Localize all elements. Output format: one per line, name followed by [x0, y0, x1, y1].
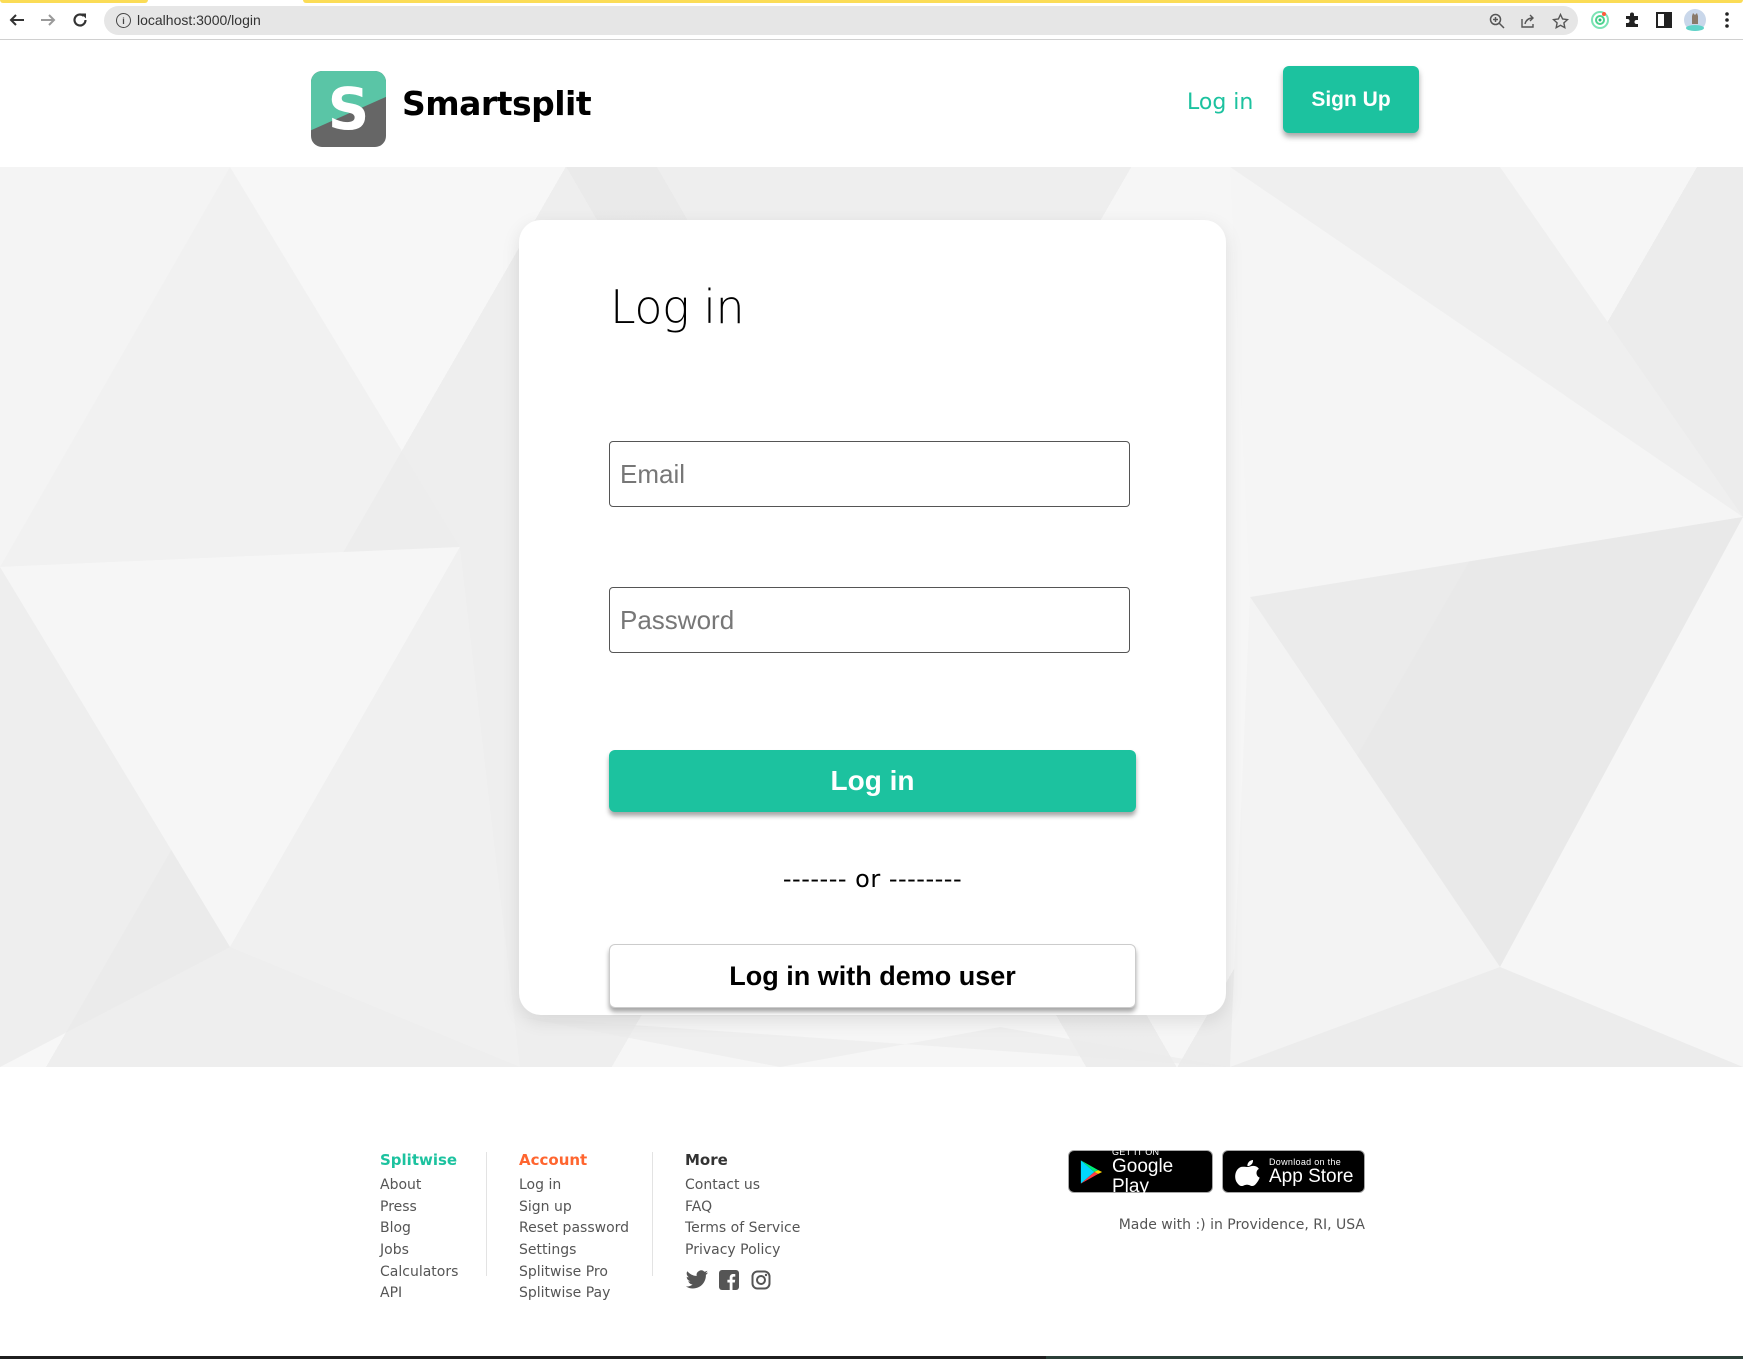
footer-link-calculators[interactable]: Calculators [380, 1262, 458, 1284]
footer-link-privacy[interactable]: Privacy Policy [685, 1240, 800, 1262]
extension-radar-icon[interactable] [1589, 9, 1611, 31]
logo-icon[interactable]: S [311, 71, 386, 147]
brand-name[interactable]: Smartsplit [402, 84, 592, 123]
side-panel-icon[interactable] [1653, 9, 1675, 31]
footer-column-splitwise: Splitwise About Press Blog Jobs Calculat… [380, 1149, 458, 1305]
footer-link-about[interactable]: About [380, 1175, 458, 1197]
signup-button[interactable]: Sign Up [1283, 66, 1419, 133]
footer-divider [652, 1152, 653, 1276]
address-bar[interactable]: i localhost:3000/login [104, 6, 1578, 35]
footer-link-signup[interactable]: Sign up [519, 1197, 629, 1219]
social-links [685, 1268, 800, 1292]
reload-button[interactable] [68, 8, 92, 32]
zoom-icon[interactable] [1487, 11, 1507, 31]
footer-divider [486, 1152, 487, 1276]
header-login-link[interactable]: Log in [1187, 90, 1253, 115]
or-divider: ------- or -------- [782, 865, 963, 893]
footer-link-splitwise-pay[interactable]: Splitwise Pay [519, 1283, 629, 1305]
logo-letter: S [327, 75, 370, 143]
browser-toolbar: i localhost:3000/login [0, 0, 1743, 40]
google-play-icon [1080, 1159, 1103, 1184]
footer-heading: Account [519, 1151, 588, 1169]
footer-link-api[interactable]: API [380, 1283, 458, 1305]
site-footer: Splitwise About Press Blog Jobs Calculat… [0, 1067, 1743, 1357]
google-play-small-text: GET IT ON [1111, 1146, 1160, 1157]
profile-avatar[interactable] [1684, 9, 1706, 31]
footer-link-faq[interactable]: FAQ [685, 1197, 800, 1219]
footer-heading: More [685, 1151, 728, 1169]
footer-column-account: Account Log in Sign up Reset password Se… [519, 1149, 629, 1305]
footer-link-press[interactable]: Press [380, 1197, 458, 1219]
login-title: Log in [610, 280, 745, 334]
footer-link-blog[interactable]: Blog [380, 1218, 458, 1240]
share-icon[interactable] [1518, 11, 1538, 31]
apple-icon [1235, 1159, 1260, 1186]
footer-heading: Splitwise [380, 1151, 458, 1169]
site-header: S Smartsplit Log in Sign Up [0, 41, 1743, 167]
menu-kebab-icon[interactable] [1716, 9, 1738, 31]
footer-link-splitwise-pro[interactable]: Splitwise Pro [519, 1262, 629, 1284]
facebook-icon[interactable] [717, 1268, 741, 1292]
footer-link-jobs[interactable]: Jobs [380, 1240, 458, 1262]
email-input[interactable] [609, 441, 1130, 507]
google-play-badge[interactable]: GET IT ON Google Play [1068, 1146, 1213, 1196]
made-with-text: Made with :) in Providence, RI, USA [1118, 1217, 1365, 1233]
footer-link-terms[interactable]: Terms of Service [685, 1218, 800, 1240]
twitter-icon[interactable] [685, 1268, 709, 1292]
loading-indicator [303, 0, 1743, 3]
back-arrow-icon [9, 14, 24, 26]
instagram-icon[interactable] [749, 1268, 773, 1292]
login-card: Log in Email address: Password: Log in -… [519, 220, 1226, 1015]
footer-column-more: More Contact us FAQ Terms of Service Pri… [685, 1149, 800, 1292]
forward-button[interactable] [36, 8, 60, 32]
extensions-puzzle-icon[interactable] [1621, 9, 1643, 31]
app-store-small-text: Download on the [1269, 1156, 1342, 1167]
back-button[interactable] [5, 8, 29, 32]
app-store-big-text: App Store [1269, 1165, 1354, 1187]
app-store-badge[interactable]: Download on the App Store [1222, 1150, 1365, 1193]
site-info-icon[interactable]: i [116, 13, 131, 28]
hero-background: Log in Email address: Password: Log in -… [0, 167, 1743, 1067]
password-input[interactable] [609, 587, 1130, 653]
demo-login-button[interactable]: Log in with demo user [609, 944, 1136, 1008]
footer-link-settings[interactable]: Settings [519, 1240, 629, 1262]
reload-icon [73, 13, 87, 27]
google-play-big-text: Google Play [1111, 1155, 1174, 1197]
loading-indicator [0, 0, 148, 3]
footer-link-contact[interactable]: Contact us [685, 1175, 800, 1197]
forward-arrow-icon [41, 14, 56, 26]
login-submit-button[interactable]: Log in [609, 750, 1136, 812]
url-text[interactable]: localhost:3000/login [137, 12, 261, 28]
footer-link-login[interactable]: Log in [519, 1175, 629, 1197]
footer-link-reset-password[interactable]: Reset password [519, 1218, 629, 1240]
bookmark-star-icon[interactable] [1550, 11, 1570, 31]
